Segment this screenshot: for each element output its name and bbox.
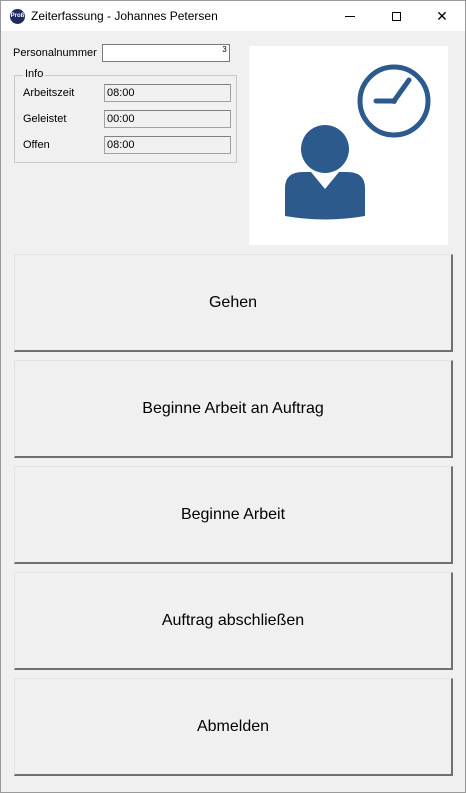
logo-panel bbox=[249, 46, 448, 245]
minimize-button[interactable] bbox=[327, 1, 373, 31]
personalnummer-spinner[interactable]: 3 bbox=[221, 46, 228, 60]
personalnummer-input[interactable]: 3 bbox=[102, 44, 230, 62]
maximize-icon bbox=[391, 11, 401, 21]
gehen-button[interactable]: Gehen bbox=[14, 254, 453, 352]
window-title: Zeiterfassung - Johannes Petersen bbox=[31, 9, 218, 23]
main-window: Proß Zeiterfassung - Johannes Petersen ✕… bbox=[0, 0, 466, 793]
minimize-icon bbox=[345, 15, 355, 17]
app-icon: Proß bbox=[10, 9, 25, 24]
arbeitszeit-label: Arbeitszeit bbox=[23, 87, 75, 99]
geleistet-field: 00:00 bbox=[104, 110, 231, 128]
title-bar[interactable]: Proß Zeiterfassung - Johannes Petersen ✕ bbox=[1, 1, 465, 31]
auftrag-abschliessen-button[interactable]: Auftrag abschließen bbox=[14, 572, 453, 670]
abmelden-button[interactable]: Abmelden bbox=[14, 678, 453, 776]
info-groupbox: Info Arbeitszeit 08:00 Geleistet 00:00 O… bbox=[14, 68, 237, 163]
maximize-button[interactable] bbox=[373, 1, 419, 31]
info-group-title: Info bbox=[23, 68, 46, 80]
arbeitszeit-field: 08:00 bbox=[104, 84, 231, 102]
person-clock-icon bbox=[285, 64, 431, 220]
beginne-arbeit-button[interactable]: Beginne Arbeit bbox=[14, 466, 453, 564]
beginne-arbeit-an-auftrag-button[interactable]: Beginne Arbeit an Auftrag bbox=[14, 360, 453, 458]
geleistet-label: Geleistet bbox=[23, 113, 67, 125]
close-button[interactable]: ✕ bbox=[419, 1, 465, 31]
offen-label: Offen bbox=[23, 139, 50, 151]
close-icon: ✕ bbox=[436, 7, 448, 24]
offen-field: 08:00 bbox=[104, 136, 231, 154]
personalnummer-label: Personalnummer bbox=[13, 47, 97, 59]
